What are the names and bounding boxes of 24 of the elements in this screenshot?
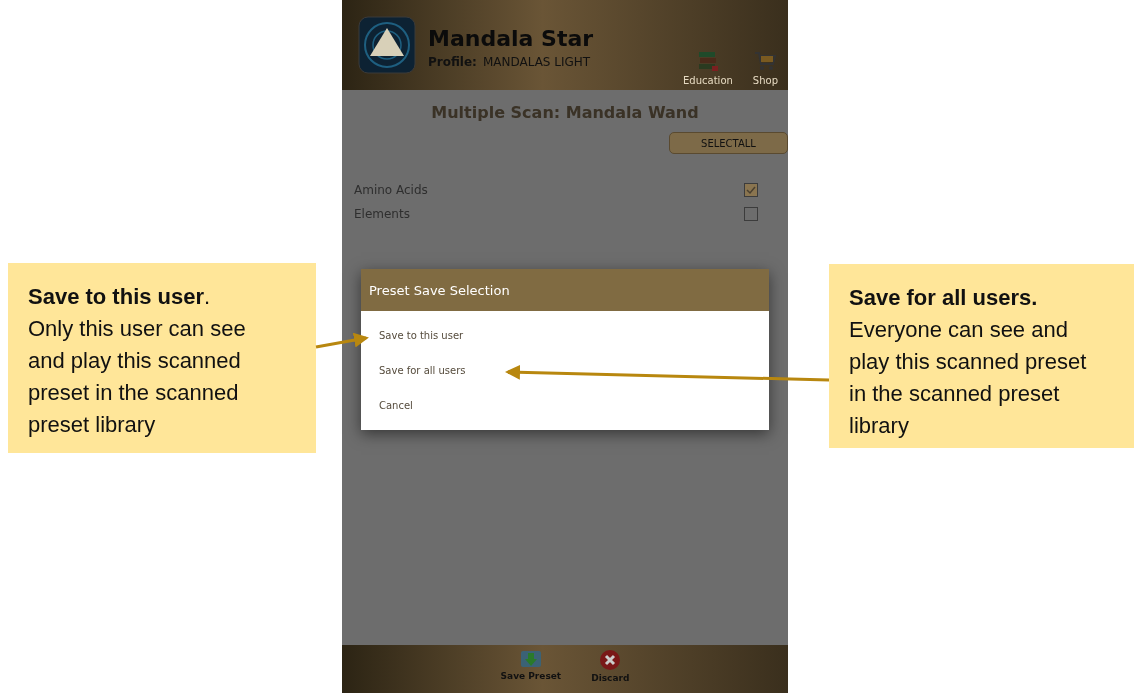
dialog-option[interactable]: Save for all users: [361, 353, 769, 388]
checkbox[interactable]: [744, 183, 758, 197]
screen-title: Multiple Scan: Mandala Wand: [430, 103, 700, 122]
dialog-title: Preset Save Selection: [361, 269, 769, 311]
pointer-arrow: [315, 332, 369, 349]
profile-name: MANDALAS LIGHT: [482, 54, 591, 69]
select-all-button[interactable]: SELECTALL: [669, 132, 788, 154]
close-icon: [599, 649, 622, 671]
note-text: Everyone can see and play this scanned preset in the scanned preset library: [849, 316, 1088, 440]
dialog-option[interactable]: Save to this user: [361, 318, 769, 353]
app-logo-icon: [358, 16, 416, 74]
download-tray-icon: [519, 649, 542, 669]
profile-label: Profile:: [428, 54, 477, 69]
list-item-label: Elements: [354, 207, 410, 221]
checkbox[interactable]: [744, 207, 758, 221]
nav-button[interactable]: Shop: [752, 49, 778, 86]
nav-button[interactable]: Education: [683, 49, 733, 86]
note-title: Save for all users.: [849, 284, 1039, 312]
list-item-label: Amino Acids: [354, 183, 428, 197]
shopping-cart-icon: [753, 49, 778, 73]
dialog-option[interactable]: Cancel: [361, 388, 769, 423]
note-title: Save to this user.: [28, 283, 212, 311]
note-text: Only this user can see and play this scanned preset in the scanned preset library: [28, 315, 247, 439]
app-title: Mandala Star: [428, 25, 595, 51]
